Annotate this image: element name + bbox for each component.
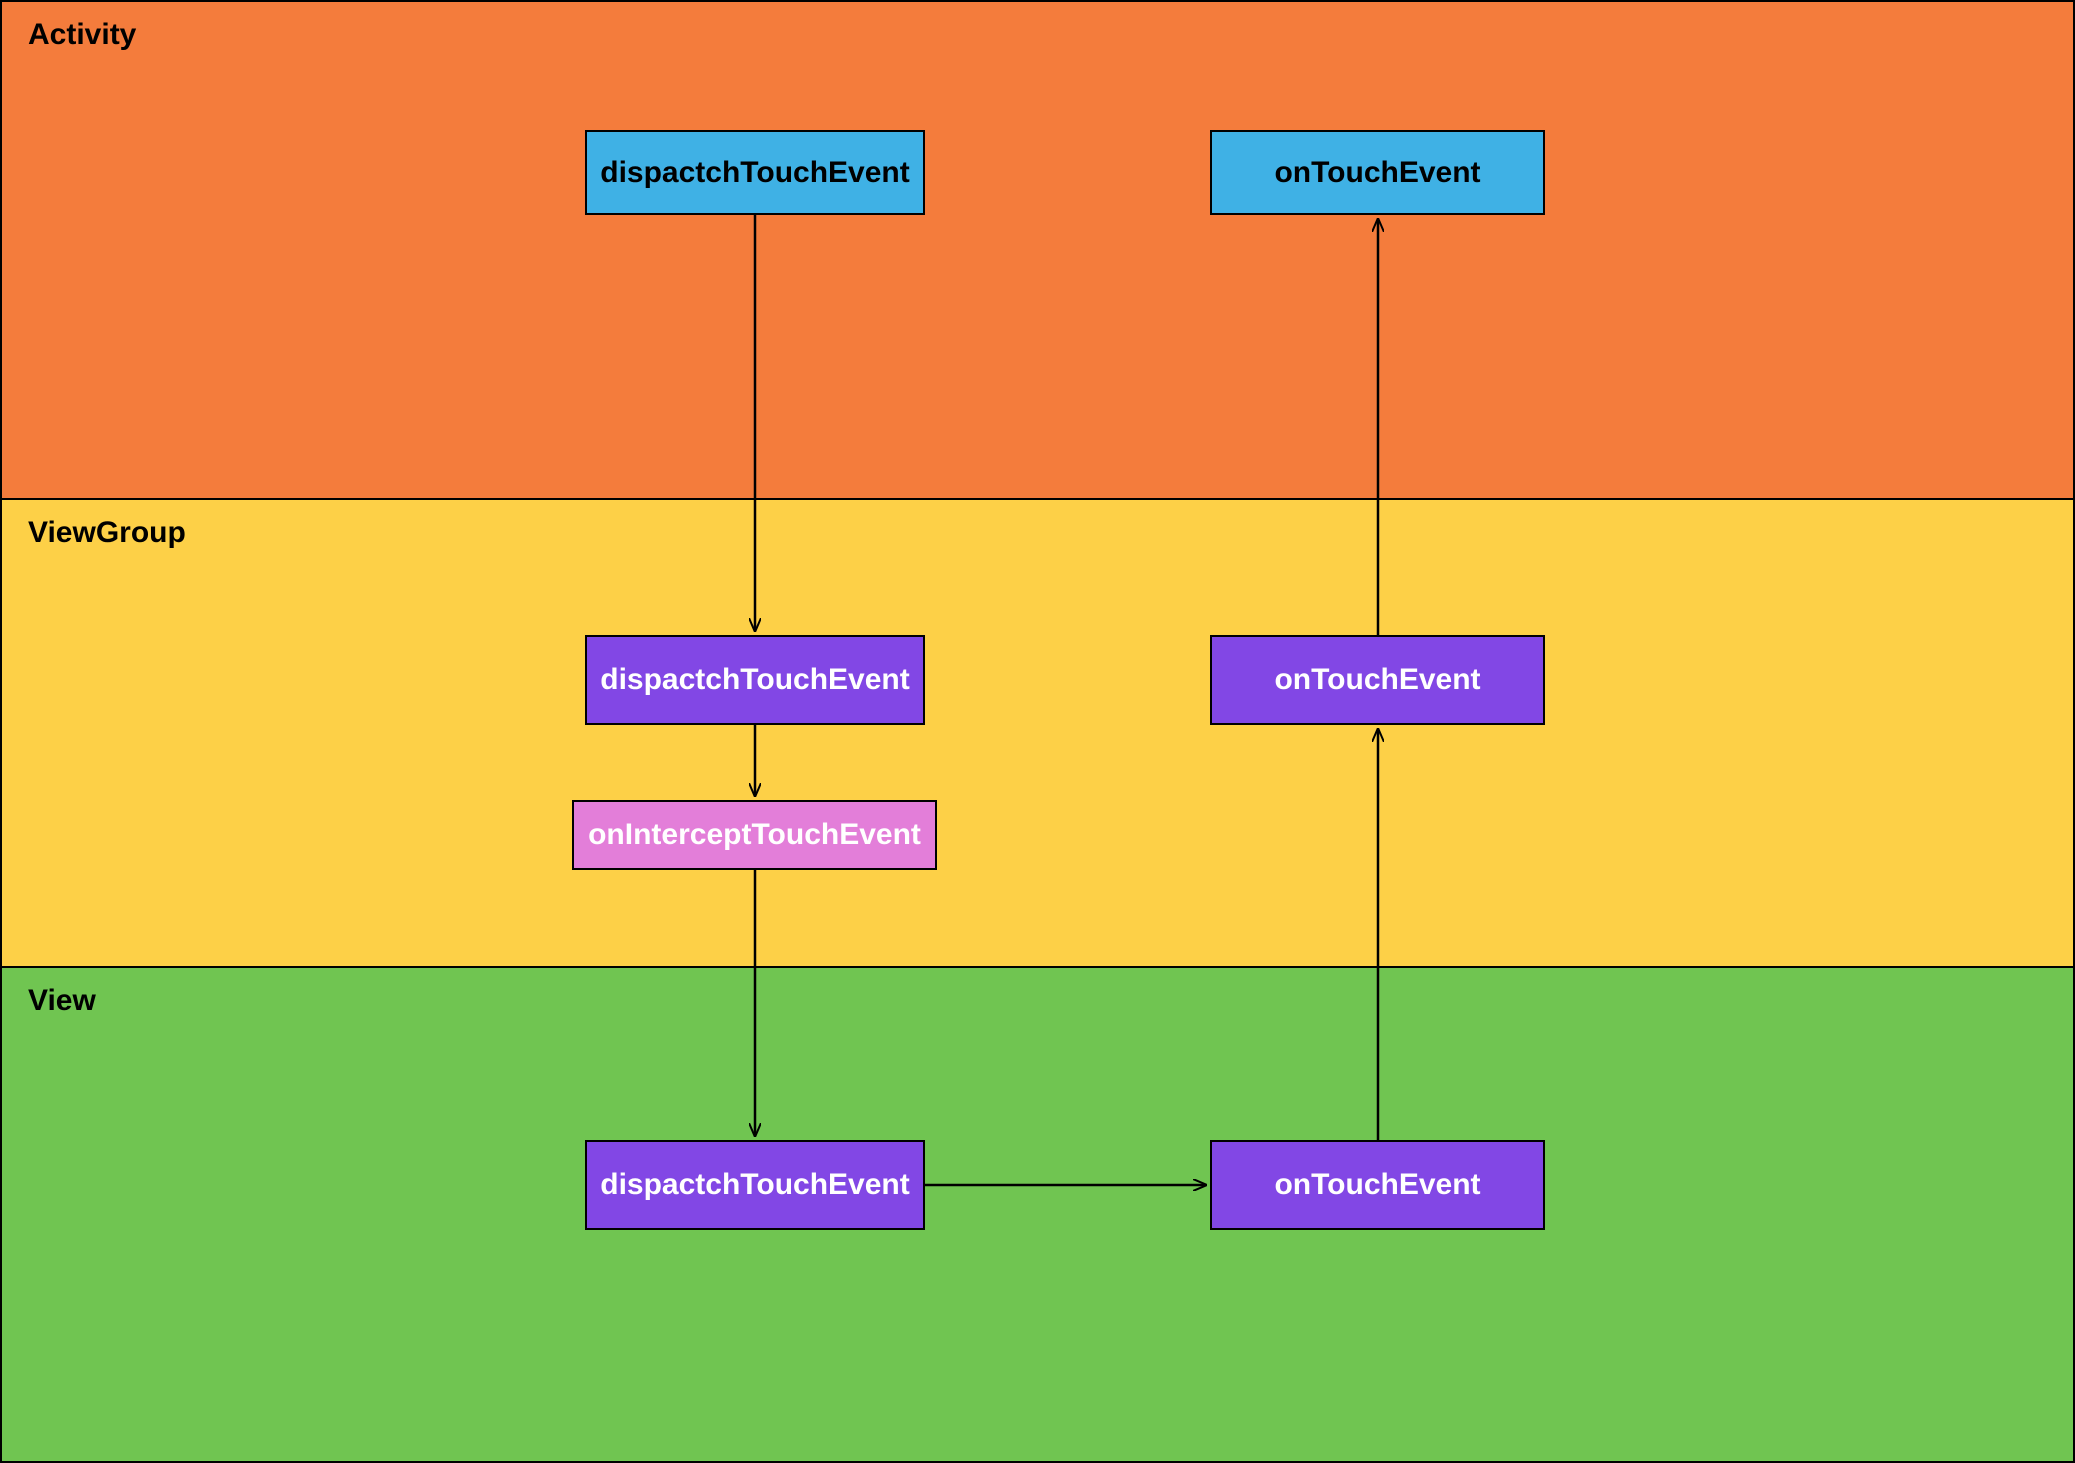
lane-label-activity: Activity [28, 18, 136, 52]
lane-viewgroup [0, 498, 2075, 968]
lane-label-viewgroup: ViewGroup [28, 516, 186, 550]
lane-activity [0, 0, 2075, 500]
diagram-canvas: Activity ViewGroup View dispactchTouchEv… [0, 0, 2075, 1463]
node-activity-dispatch: dispactchTouchEvent [585, 130, 925, 215]
node-viewgroup-intercept: onInterceptTouchEvent [572, 800, 937, 870]
node-viewgroup-dispatch: dispactchTouchEvent [585, 635, 925, 725]
lane-view [0, 966, 2075, 1463]
node-activity-ontouch: onTouchEvent [1210, 130, 1545, 215]
node-view-ontouch: onTouchEvent [1210, 1140, 1545, 1230]
lane-label-view: View [28, 984, 96, 1018]
node-viewgroup-ontouch: onTouchEvent [1210, 635, 1545, 725]
node-view-dispatch: dispactchTouchEvent [585, 1140, 925, 1230]
